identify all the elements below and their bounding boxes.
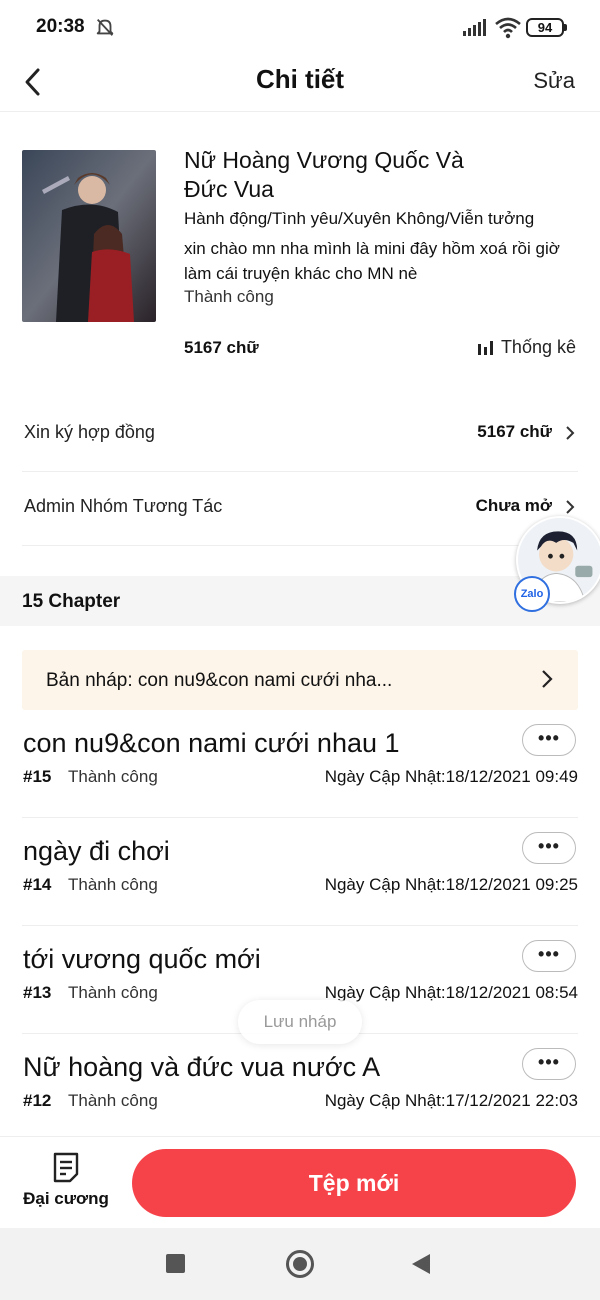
book-genres: Hành động/Tình yêu/Xuyên Không/Viễn tưởn… — [184, 209, 535, 228]
home-icon[interactable] — [286, 1250, 314, 1278]
chapter-status: Thành công — [68, 1091, 158, 1110]
chapter-number: #14 — [23, 875, 52, 894]
battery-indicator: 94 — [526, 18, 567, 37]
system-navigation-bar — [0, 1228, 600, 1300]
status-bar: 20:38 94 — [0, 0, 600, 56]
status-time: 20:38 — [36, 16, 85, 37]
bell-off-icon — [96, 19, 114, 36]
chevron-right-icon — [566, 500, 575, 514]
page-title: Chi tiết — [255, 64, 345, 94]
outline-label: Đại cương — [23, 1189, 109, 1208]
statistics-link[interactable]: Thống kê — [477, 337, 576, 358]
new-file-button[interactable]: Tệp mới — [132, 1149, 576, 1217]
admin-group-row[interactable]: Admin Nhóm Tương Tác Chưa mở — [22, 472, 578, 546]
chapter-number: #15 — [23, 767, 52, 786]
chapter-number: #12 — [23, 1091, 52, 1110]
chapter-title: ngày đi chơi — [23, 836, 170, 866]
outline-button[interactable]: Đại cương — [20, 1149, 112, 1219]
chapters-section-header: 15 Chapter — [0, 576, 600, 626]
chevron-right-icon — [542, 670, 553, 688]
edit-button[interactable]: Sửa — [533, 68, 575, 94]
top-nav-bar: Chi tiết Sửa — [0, 56, 600, 112]
chapter-count: 15 Chapter — [22, 591, 121, 612]
document-icon — [53, 1152, 79, 1183]
recent-apps-icon[interactable] — [166, 1254, 185, 1273]
book-cover-image[interactable] — [22, 150, 156, 322]
admin-group-value: Chưa mở — [475, 496, 552, 515]
contract-value: 5167 chữ — [477, 422, 552, 441]
wifi-icon — [495, 17, 521, 39]
chapter-updated-date: Ngày Cập Nhật:18/12/2021 08:54 — [324, 983, 578, 1002]
draft-text: Bản nháp: con nu9&con nami cưới nha... — [46, 670, 393, 691]
chapter-title: tới vương quốc mới — [23, 944, 261, 974]
chapter-row[interactable]: Nữ hoàng và đức vua nước A ••• #12 Thành… — [22, 1034, 578, 1142]
signal-icon — [463, 19, 486, 36]
chapter-number: #13 — [23, 983, 52, 1002]
zalo-chat-bubble[interactable]: Zalo — [514, 516, 600, 612]
chapter-title: Nữ hoàng và đức vua nước A — [23, 1052, 381, 1082]
save-draft-toast: Lưu nháp — [238, 1000, 362, 1044]
book-title: Nữ Hoàng Vương Quốc Và Đức Vua — [184, 147, 464, 202]
chapter-status: Thành công — [68, 767, 158, 786]
zalo-badge: Zalo — [514, 576, 550, 612]
more-options-button[interactable]: ••• — [522, 832, 576, 864]
bar-chart-icon — [477, 340, 493, 355]
chapter-row[interactable]: ngày đi chơi ••• #14 Thành công Ngày Cập… — [22, 818, 578, 926]
chevron-right-icon — [566, 426, 575, 440]
system-back-icon[interactable] — [412, 1254, 430, 1274]
chapter-row[interactable]: con nu9&con nami cưới nhau 1 ••• #15 Thà… — [22, 710, 578, 818]
book-description: xin chào mn nha mình là mini đây hồm xoá… — [184, 239, 560, 283]
book-status: Thành công — [184, 287, 274, 306]
book-word-count: 5167 chữ — [184, 338, 259, 357]
admin-group-label: Admin Nhóm Tương Tác — [24, 496, 223, 516]
chapter-updated-date: Ngày Cập Nhật:18/12/2021 09:49 — [324, 767, 578, 786]
chapter-status: Thành công — [68, 983, 158, 1002]
statistics-label: Thống kê — [500, 337, 576, 357]
chapter-updated-date: Ngày Cập Nhật:18/12/2021 09:25 — [324, 875, 578, 894]
contract-row[interactable]: Xin ký hợp đồng 5167 chữ — [22, 398, 578, 472]
chapter-title: con nu9&con nami cưới nhau 1 — [23, 728, 400, 758]
chapter-status: Thành công — [68, 875, 158, 894]
chapter-updated-date: Ngày Cập Nhật:17/12/2021 22:03 — [324, 1091, 578, 1110]
more-options-button[interactable]: ••• — [522, 940, 576, 972]
more-options-button[interactable]: ••• — [522, 724, 576, 756]
bottom-action-bar: Đại cương Tệp mới — [0, 1136, 600, 1228]
contract-label: Xin ký hợp đồng — [24, 422, 155, 442]
more-options-button[interactable]: ••• — [522, 1048, 576, 1080]
draft-banner[interactable]: Bản nháp: con nu9&con nami cưới nha... — [22, 650, 578, 710]
